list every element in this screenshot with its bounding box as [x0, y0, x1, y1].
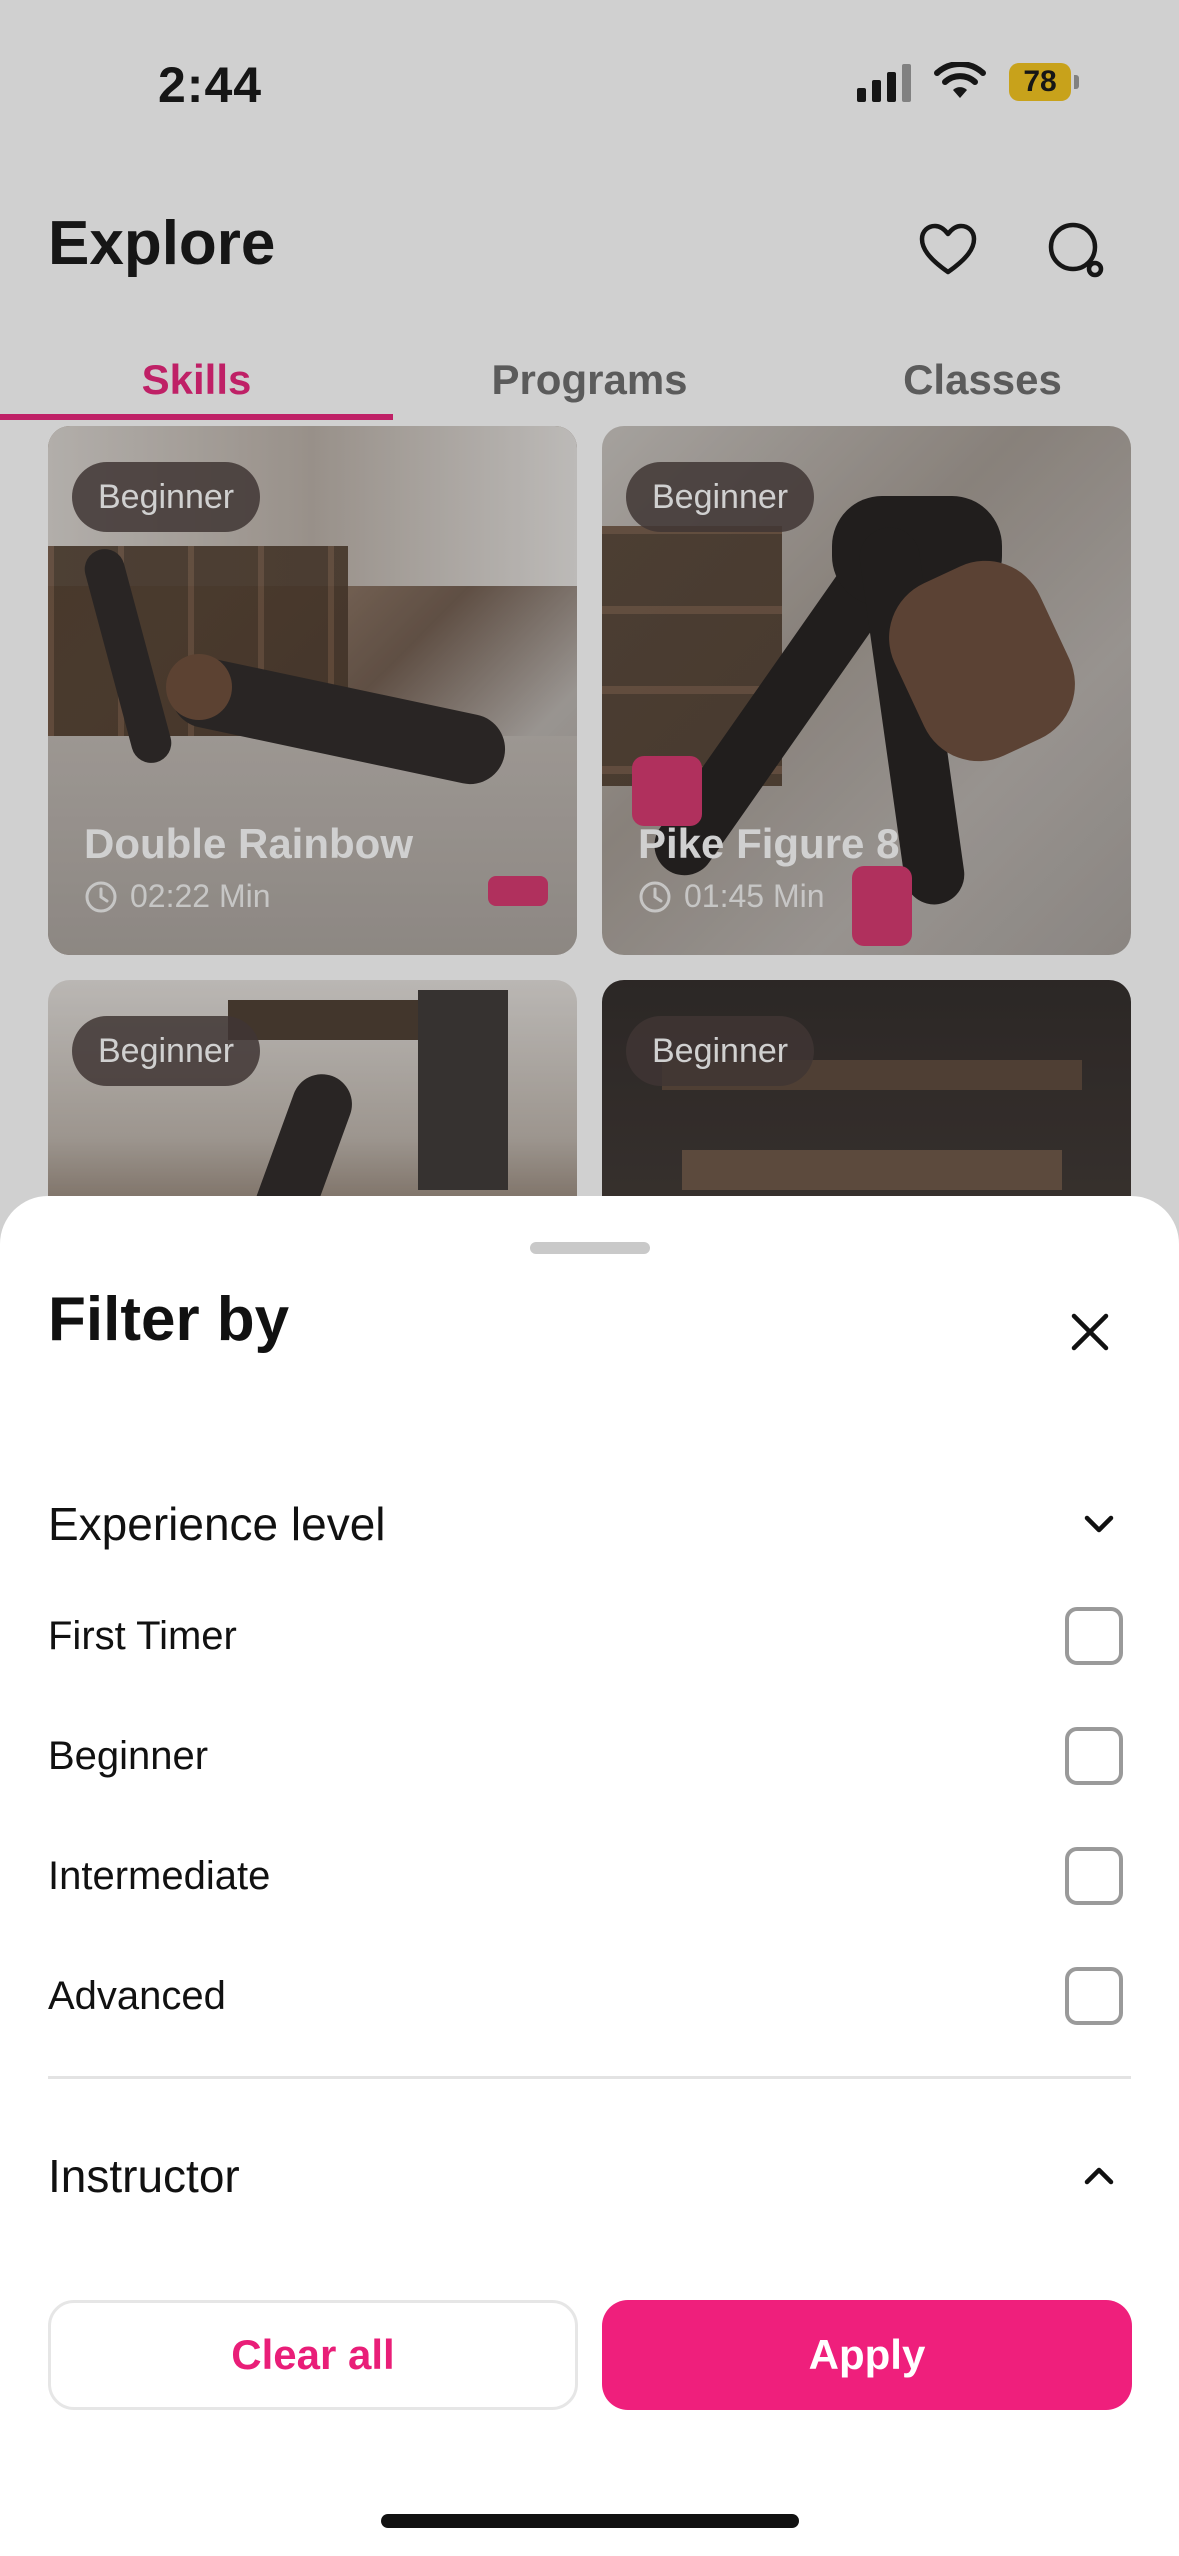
sheet-title: Filter by	[48, 1285, 290, 1354]
option-label: Beginner	[48, 1733, 209, 1778]
section-label: Experience level	[48, 1498, 386, 1550]
option-label: Advanced	[48, 1973, 226, 2018]
filter-option-first-timer[interactable]: First Timer	[48, 1596, 1131, 1676]
chevron-down-icon	[1084, 1515, 1114, 1533]
section-instructor[interactable]: Instructor	[48, 2136, 1131, 2216]
section-label: Instructor	[48, 2150, 240, 2202]
screen: 2:44 78 Explore Skills Programs Classes …	[0, 0, 1179, 2556]
filter-option-beginner[interactable]: Beginner	[48, 1716, 1131, 1796]
chevron-up-icon	[1084, 2167, 1114, 2185]
filter-option-advanced[interactable]: Advanced	[48, 1956, 1131, 2036]
option-label: First Timer	[48, 1613, 237, 1658]
checkbox[interactable]	[1065, 1967, 1123, 2025]
checkbox[interactable]	[1065, 1847, 1123, 1905]
checkbox[interactable]	[1065, 1607, 1123, 1665]
section-experience-level[interactable]: Experience level	[48, 1484, 1131, 1564]
filter-sheet: Filter by Experience level First Timer B…	[0, 1196, 1179, 2556]
option-label: Intermediate	[48, 1853, 271, 1898]
close-icon	[1071, 1313, 1109, 1351]
sheet-grabber[interactable]	[530, 1242, 650, 1254]
clear-all-button[interactable]: Clear all	[48, 2300, 578, 2410]
section-divider	[48, 2076, 1131, 2079]
apply-button[interactable]: Apply	[602, 2300, 1132, 2410]
home-indicator[interactable]	[381, 2514, 799, 2528]
checkbox[interactable]	[1065, 1727, 1123, 1785]
filter-option-intermediate[interactable]: Intermediate	[48, 1836, 1131, 1916]
close-button[interactable]	[1050, 1292, 1130, 1372]
